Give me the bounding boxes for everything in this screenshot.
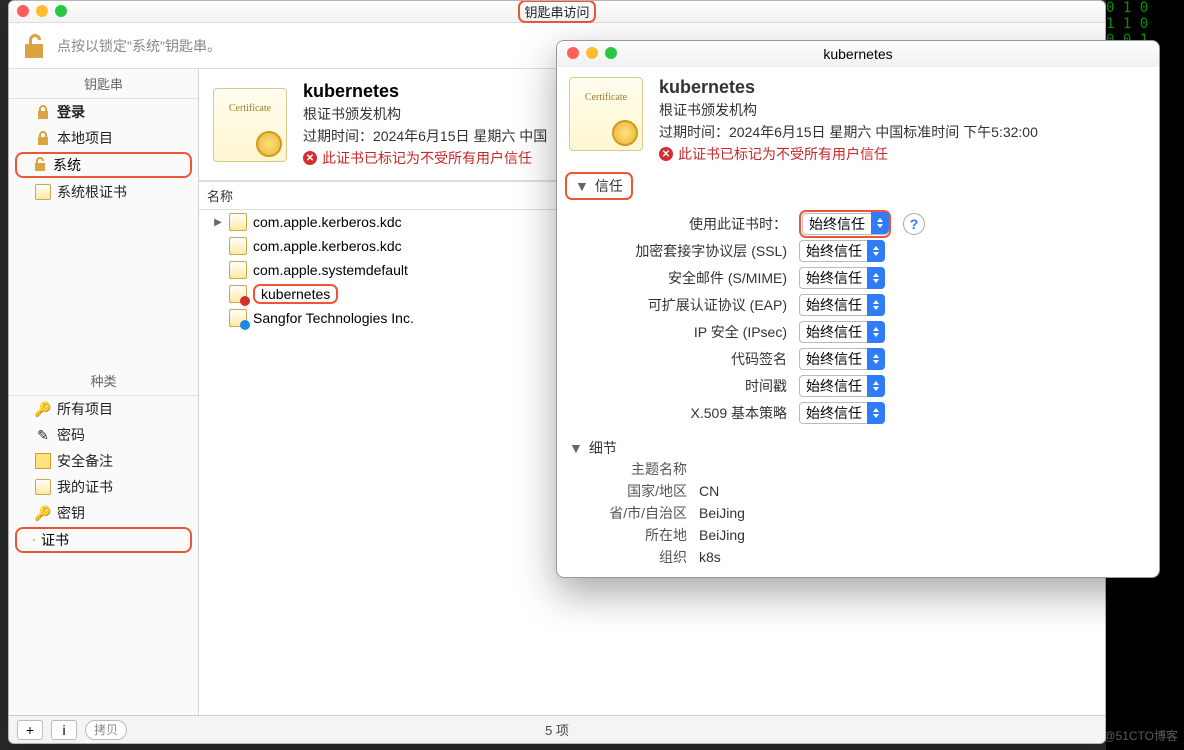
sidebar-item-login[interactable]: 登录	[9, 99, 198, 125]
traffic-lights[interactable]	[17, 5, 67, 17]
cert-role: 根证书颁发机构	[659, 100, 1038, 120]
trust-label: 使用此证书时：	[569, 214, 799, 234]
certificate-dialog: kubernetes kubernetes 根证书颁发机构 过期时间：2024年…	[556, 40, 1160, 578]
trust-select[interactable]: 始终信任	[799, 348, 885, 370]
cert-name: kubernetes	[659, 77, 1038, 98]
trust-select-main[interactable]: 始终信任	[799, 210, 891, 238]
error-icon: ✕	[659, 147, 673, 161]
cert-icon	[229, 213, 247, 231]
trust-row: 安全邮件 (S/MIME)始终信任	[569, 264, 1145, 291]
trust-row: X.509 基本策略始终信任	[569, 399, 1145, 426]
trust-select[interactable]: 始终信任	[799, 240, 885, 262]
note-icon	[35, 453, 51, 469]
cert-warning: ✕此证书已标记为不受所有用户信任	[659, 144, 1038, 164]
lock-icon	[36, 130, 50, 146]
detail-row: 组织k8s	[569, 546, 1145, 568]
lock-hint: 点按以锁定"系统"钥匙串。	[57, 36, 221, 56]
subject-title: 主题名称	[569, 459, 699, 479]
sidebar-item-keys[interactable]: 🔑密钥	[9, 500, 198, 526]
dialog-title: kubernetes	[823, 46, 892, 62]
select-arrow-icon	[867, 348, 885, 370]
disclosure-icon[interactable]: ▶	[213, 217, 223, 228]
trust-select[interactable]: 始终信任	[799, 321, 885, 343]
cert-expiry: 过期时间：2024年6月15日 星期六 中国	[303, 126, 547, 146]
trust-row: IP 安全 (IPsec)始终信任	[569, 318, 1145, 345]
sidebar-item-all[interactable]: 🔑所有项目	[9, 396, 198, 422]
select-arrow-icon	[867, 267, 885, 289]
trust-row-main: 使用此证书时： 始终信任 ?	[569, 210, 1145, 237]
unlock-icon	[23, 32, 47, 60]
trust-select[interactable]: 始终信任	[799, 267, 885, 289]
cert-name: kubernetes	[303, 81, 547, 102]
key-icon: 🔑	[35, 505, 51, 521]
cert-icon	[229, 237, 247, 255]
lock-icon	[36, 104, 50, 120]
item-count: 5 项	[9, 720, 1105, 739]
sidebar-item-mycerts[interactable]: 我的证书	[9, 474, 198, 500]
minimize-icon[interactable]	[586, 47, 598, 59]
window-title: 钥匙串访问	[518, 0, 595, 23]
cert-icon	[33, 539, 35, 541]
cert-icon	[229, 309, 247, 327]
zoom-icon[interactable]	[55, 5, 67, 17]
detail-row: 国家/地区CN	[569, 480, 1145, 502]
cert-role: 根证书颁发机构	[303, 104, 547, 124]
select-arrow-icon	[871, 212, 889, 234]
close-icon[interactable]	[567, 47, 579, 59]
help-button[interactable]: ?	[903, 213, 925, 235]
unlock-icon	[33, 156, 47, 172]
cert-warning: ✕此证书已标记为不受所有用户信任	[303, 148, 547, 168]
keys-icon: 🔑	[35, 401, 51, 417]
sidebar-item-system-roots[interactable]: 系统根证书	[9, 179, 198, 205]
trust-disclosure[interactable]: ▼信任	[565, 172, 633, 200]
sidebar-group-keychains: 钥匙串	[9, 69, 198, 99]
trust-row: 加密套接字协议层 (SSL)始终信任	[569, 237, 1145, 264]
trust-select[interactable]: 始终信任	[799, 402, 885, 424]
main-titlebar[interactable]: 钥匙串访问	[9, 1, 1105, 23]
chevron-down-icon: ▼	[575, 178, 589, 194]
trust-row: 时间戳始终信任	[569, 372, 1145, 399]
cert-expiry: 过期时间：2024年6月15日 星期六 中国标准时间 下午5:32:00	[659, 122, 1038, 142]
trust-row: 可扩展认证协议 (EAP)始终信任	[569, 291, 1145, 318]
close-icon[interactable]	[17, 5, 29, 17]
select-arrow-icon	[867, 321, 885, 343]
chevron-down-icon: ▼	[569, 440, 583, 456]
dialog-titlebar[interactable]: kubernetes	[557, 41, 1159, 67]
cert-icon	[35, 479, 51, 495]
sidebar-item-system[interactable]: 系统	[15, 152, 192, 178]
trust-select[interactable]: 始终信任	[799, 375, 885, 397]
select-arrow-icon	[867, 240, 885, 262]
cert-icon	[229, 285, 247, 303]
footer: + i 拷贝 5 项	[9, 715, 1105, 743]
details-disclosure[interactable]: ▼细节	[569, 438, 1145, 458]
detail-row: 省/市/自治区BeiJing	[569, 502, 1145, 524]
pencil-icon: ✎	[35, 427, 51, 443]
sidebar-group-categories: 种类	[9, 366, 198, 396]
trust-select[interactable]: 始终信任	[799, 294, 885, 316]
detail-row: 所在地BeiJing	[569, 524, 1145, 546]
sidebar-item-notes[interactable]: 安全备注	[9, 448, 198, 474]
zoom-icon[interactable]	[605, 47, 617, 59]
sidebar-item-local[interactable]: 本地项目	[9, 125, 198, 151]
certificate-icon	[569, 77, 643, 151]
sidebar-item-passwords[interactable]: ✎密码	[9, 422, 198, 448]
certificate-icon	[213, 88, 287, 162]
select-arrow-icon	[867, 375, 885, 397]
error-icon: ✕	[303, 151, 317, 165]
cert-icon	[35, 184, 51, 200]
sidebar-item-certificates[interactable]: 证书	[15, 527, 192, 553]
minimize-icon[interactable]	[36, 5, 48, 17]
watermark: @51CTO博客	[1103, 727, 1178, 744]
traffic-lights[interactable]	[567, 47, 617, 59]
cert-icon	[229, 261, 247, 279]
select-arrow-icon	[867, 294, 885, 316]
select-arrow-icon	[867, 402, 885, 424]
sidebar: 钥匙串 登录 本地项目 系统 系统根证书 种类 🔑所有项目 ✎密码 安全备注 我…	[9, 69, 199, 715]
trust-row: 代码签名始终信任	[569, 345, 1145, 372]
